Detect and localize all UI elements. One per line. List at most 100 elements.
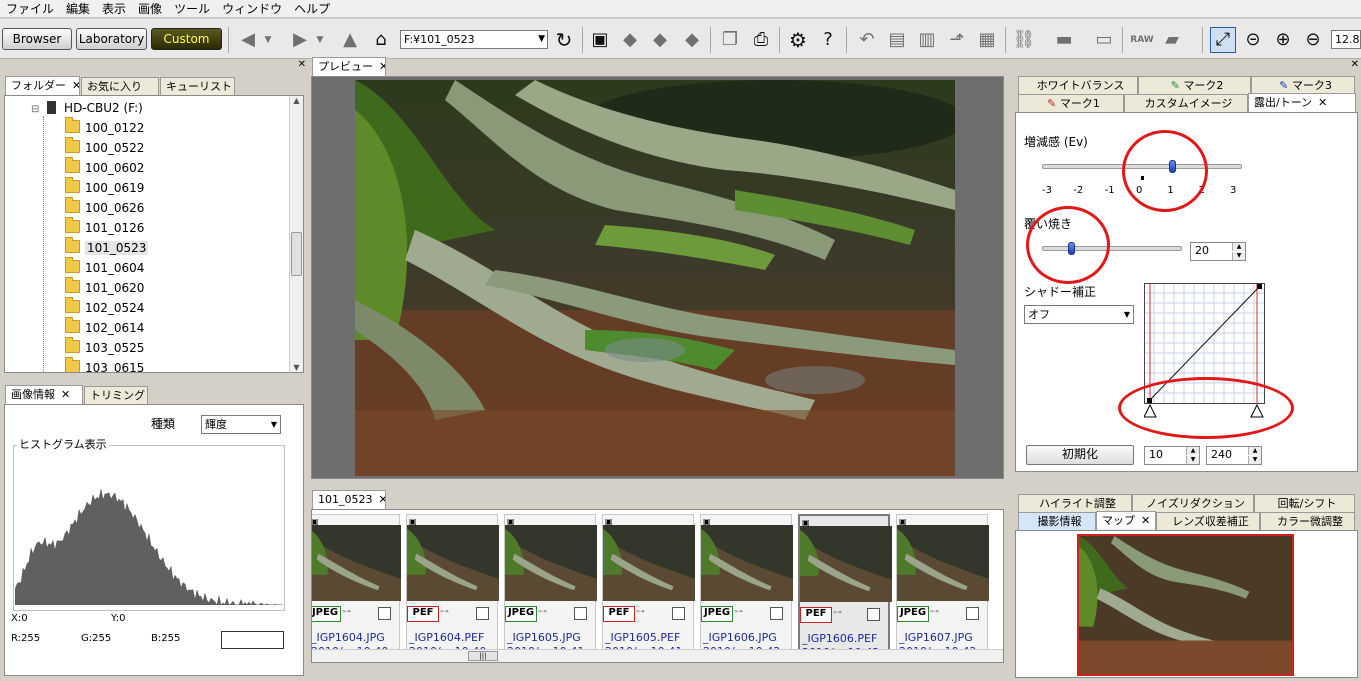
screen-mode-icon[interactable]: ▣ bbox=[588, 28, 612, 52]
filter-icon[interactable]: ⛓ bbox=[1012, 28, 1036, 52]
zoom-level-field[interactable]: 12.8 bbox=[1331, 30, 1361, 49]
rotate-left-icon[interactable]: ◆ bbox=[618, 28, 642, 52]
undo-icon[interactable]: ↶ bbox=[855, 28, 879, 52]
tree-folder-item[interactable]: 100_0602 bbox=[65, 157, 144, 178]
tab-custom-image[interactable]: カスタムイメージ bbox=[1124, 94, 1248, 112]
menu-tools[interactable]: ツール bbox=[168, 0, 216, 17]
folder-icon[interactable]: ▰ bbox=[1160, 28, 1184, 52]
navigator-image[interactable] bbox=[1077, 534, 1294, 676]
tab-lens-correction[interactable]: レンズ収差補正 bbox=[1156, 512, 1260, 530]
spin-up-icon[interactable]: ▲ bbox=[1232, 243, 1245, 251]
home-icon[interactable]: ⌂ bbox=[369, 28, 393, 52]
menu-window[interactable]: ウィンドウ bbox=[216, 0, 288, 17]
tab-white-balance[interactable]: ホワイトバランス bbox=[1018, 76, 1138, 94]
close-icon[interactable]: ✕ bbox=[1141, 514, 1150, 527]
thumbnail-item[interactable]: ▣JPEG⊶_IGP1605.JPG2010/... 10:41:... bbox=[504, 514, 599, 660]
menu-view[interactable]: 表示 bbox=[96, 0, 132, 17]
tab-highlight[interactable]: ハイライト調整 bbox=[1018, 494, 1132, 512]
scroll-up-icon[interactable]: ▲ bbox=[290, 96, 303, 105]
curve-point[interactable] bbox=[1257, 284, 1262, 289]
select-checkbox[interactable] bbox=[476, 607, 489, 620]
scroll-thumb[interactable] bbox=[291, 232, 302, 276]
tab-image-info[interactable]: 画像情報 ✕ bbox=[5, 385, 83, 404]
tab-mark2[interactable]: ✎ マーク2 bbox=[1138, 76, 1251, 94]
tree-drive[interactable]: ⊟ HD-CBU2 (F:) bbox=[31, 98, 143, 118]
tab-exposure-tone[interactable]: 露出/トーン ✕ bbox=[1248, 93, 1356, 112]
zoom-out-icon[interactable]: ⊖ bbox=[1301, 28, 1325, 52]
tab-map[interactable]: マップ ✕ bbox=[1096, 511, 1156, 530]
thumb-scrollbar[interactable]: ||| bbox=[312, 649, 1003, 662]
rotate-right-icon[interactable]: ◆ bbox=[648, 28, 672, 52]
high-value-field[interactable]: 240 ▲ ▼ bbox=[1206, 446, 1262, 465]
dodge-value-field[interactable]: 20 ▲ ▼ bbox=[1190, 242, 1246, 261]
select-checkbox[interactable] bbox=[574, 607, 587, 620]
help-icon[interactable]: ? bbox=[816, 28, 840, 52]
histogram-type-select[interactable]: 輝度 ▼ bbox=[201, 415, 281, 434]
laboratory-mode-button[interactable]: Laboratory bbox=[76, 28, 147, 50]
spin-up-icon[interactable]: ▲ bbox=[1186, 447, 1199, 455]
menu-edit[interactable]: 編集 bbox=[60, 0, 96, 17]
tree-folder-item[interactable]: 100_0122 bbox=[65, 117, 144, 138]
select-checkbox[interactable] bbox=[966, 607, 979, 620]
batch-icon[interactable]: ▦ bbox=[975, 28, 999, 52]
tree-folder-item[interactable]: 102_0524 bbox=[65, 297, 144, 318]
forward-arrow-icon[interactable]: ▶ bbox=[288, 28, 312, 52]
menu-image[interactable]: 画像 bbox=[132, 0, 168, 17]
tree-folder-item[interactable]: 100_0522 bbox=[65, 137, 144, 158]
close-icon[interactable]: ✕ bbox=[72, 79, 79, 92]
diamond-icon[interactable]: ◆ bbox=[680, 28, 704, 52]
up-arrow-icon[interactable]: ▲ bbox=[338, 28, 362, 52]
shadow-correction-select[interactable]: オフ ▼ bbox=[1024, 305, 1134, 324]
tab-favorites[interactable]: お気に入り bbox=[81, 77, 159, 95]
refresh-icon[interactable]: ↻ bbox=[552, 28, 576, 52]
tree-folder-item[interactable]: 100_0619 bbox=[65, 177, 144, 198]
zoom-fit-icon[interactable]: ⊝ bbox=[1241, 28, 1265, 52]
select-checkbox[interactable] bbox=[378, 607, 391, 620]
preview-photo[interactable] bbox=[355, 80, 955, 476]
thumbnail-item[interactable]: ▣JPEG⊶_IGP1607.JPG2010/... 10:42:... bbox=[896, 514, 991, 660]
print-icon[interactable]: ⎙ bbox=[749, 28, 773, 52]
tree-folder-item[interactable]: 102_0614 bbox=[65, 317, 144, 338]
menu-help[interactable]: ヘルプ bbox=[288, 0, 336, 17]
tab-trimming[interactable]: トリミング bbox=[84, 386, 148, 404]
export-icon[interactable]: ⬏ bbox=[945, 28, 969, 52]
close-icon[interactable]: ✕ bbox=[1351, 59, 1359, 70]
scroll-down-icon[interactable]: ▼ bbox=[290, 363, 303, 372]
tab-folder-thumbs[interactable]: 101_0523 ✕ bbox=[312, 490, 386, 509]
browser-mode-button[interactable]: Browser bbox=[2, 28, 72, 50]
copy-icon[interactable]: ❐ bbox=[718, 28, 742, 52]
tab-mark3[interactable]: ✎ マーク3 bbox=[1251, 76, 1355, 94]
select-checkbox[interactable] bbox=[672, 607, 685, 620]
custom-mode-button[interactable]: Custom bbox=[151, 28, 222, 50]
tab-rotate-shift[interactable]: 回転/シフト bbox=[1254, 494, 1355, 512]
forward-dropdown-icon[interactable]: ▼ bbox=[314, 28, 326, 52]
collapse-icon[interactable]: ⊟ bbox=[31, 104, 39, 115]
close-icon[interactable]: ✕ bbox=[61, 388, 70, 401]
tree-folder-item[interactable]: 101_0620 bbox=[65, 277, 144, 298]
spin-down-icon[interactable]: ▼ bbox=[1232, 252, 1245, 260]
select-checkbox[interactable] bbox=[770, 607, 783, 620]
low-value-field[interactable]: 10 ▲ ▼ bbox=[1144, 446, 1200, 465]
tab-mark1[interactable]: ✎ マーク1 bbox=[1018, 94, 1124, 112]
panel-icon[interactable]: ▭ bbox=[1092, 28, 1116, 52]
tree-folder-item[interactable]: 103_0525 bbox=[65, 337, 144, 358]
fit-view-icon[interactable]: ⤢ bbox=[1210, 27, 1236, 53]
scroll-thumb[interactable]: ||| bbox=[468, 651, 498, 661]
raw-icon[interactable]: RAW bbox=[1130, 28, 1154, 52]
tab-shooting-info[interactable]: 撮影情報 bbox=[1018, 512, 1096, 530]
zoom-in-icon[interactable]: ⊕ bbox=[1271, 28, 1295, 52]
tab-folders[interactable]: フォルダー ✕ bbox=[5, 76, 80, 95]
compare-icon[interactable]: ▥ bbox=[915, 28, 939, 52]
back-arrow-icon[interactable]: ◀ bbox=[236, 28, 260, 52]
spin-down-icon[interactable]: ▼ bbox=[1248, 456, 1261, 464]
back-dropdown-icon[interactable]: ▼ bbox=[262, 28, 274, 52]
tree-folder-item[interactable]: 103_0615 bbox=[65, 357, 144, 372]
tree-folder-item[interactable]: 100_0626 bbox=[65, 197, 144, 218]
close-icon[interactable]: ✕ bbox=[379, 60, 385, 73]
thumbnail-item[interactable]: ▣JPEG⊶_IGP1606.JPG2010/... 10:42:... bbox=[700, 514, 795, 660]
tab-noise-reduction[interactable]: ノイズリダクション bbox=[1132, 494, 1254, 512]
reset-button[interactable]: 初期化 bbox=[1026, 445, 1134, 465]
close-icon[interactable]: ✕ bbox=[1318, 96, 1327, 109]
thumbnail-item[interactable]: ▣PEF⊶_IGP1605.PEF2010/... 10:41:... bbox=[602, 514, 697, 660]
tab-queue-list[interactable]: キューリスト bbox=[160, 77, 235, 95]
